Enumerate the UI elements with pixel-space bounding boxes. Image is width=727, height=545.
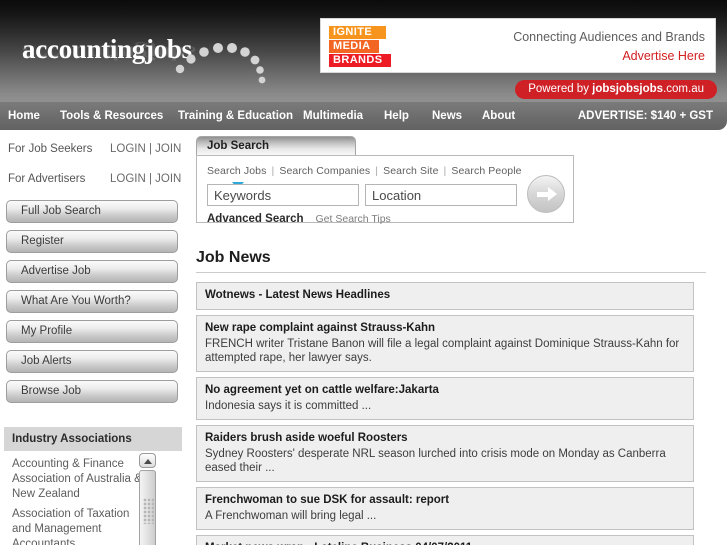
search-scope-search-companies[interactable]: Search Companies — [279, 165, 370, 177]
account-row: For Job Seekers LOGIN | JOIN — [8, 138, 188, 160]
industry-associations-title: Industry Associations — [4, 427, 182, 451]
get-search-tips-link[interactable]: Get Search Tips — [316, 213, 391, 225]
sidebar-button-list: Full Job Search Register Advertise Job What… — [0, 200, 188, 403]
news-item-description: A Frenchwoman will bring legal ... — [205, 510, 377, 522]
news-item[interactable]: Wotnews - Latest News Headlines — [196, 282, 694, 310]
login-join-links[interactable]: LOGIN | JOIN — [110, 138, 181, 160]
sidebar-button-what-are-you-worth[interactable]: What Are You Worth? — [6, 290, 178, 313]
news-item[interactable]: Market news wrap - Lateline Business 04/… — [196, 535, 694, 545]
nav-item-help[interactable]: Help — [384, 102, 409, 130]
search-scope-search-jobs[interactable]: Search Jobs — [207, 165, 266, 177]
advertisement-banner[interactable]: IGNITE MEDIA BRANDS Connecting Audiences… — [320, 18, 716, 73]
sidebar-button-job-alerts[interactable]: Job Alerts — [6, 350, 178, 373]
account-links: For Job Seekers LOGIN | JOIN For Advertise… — [0, 138, 188, 190]
login-join-links[interactable]: LOGIN | JOIN — [110, 168, 181, 190]
account-label: For Job Seekers — [8, 143, 93, 155]
sidebar-button-advertise-job[interactable]: Advertise Job — [6, 260, 178, 283]
nav-item-about[interactable]: About — [482, 102, 515, 130]
banner-text: Connecting Audiences and Brands Advertis… — [513, 29, 705, 65]
nav-advertise-price[interactable]: ADVERTISE: $140 + GST — [578, 102, 713, 130]
search-link-separator: | — [268, 165, 278, 177]
advanced-search-link[interactable]: Advanced Search — [207, 213, 304, 225]
association-item[interactable]: Association of Taxation and Management A… — [4, 507, 144, 545]
news-item[interactable]: New rape complaint against Strauss-Kahn F… — [196, 315, 694, 372]
nav-item-tools-resources[interactable]: Tools & Resources — [60, 102, 163, 130]
media-word: MEDIA — [329, 40, 379, 53]
news-item[interactable]: Raiders brush aside woeful Roosters Sydne… — [196, 425, 694, 482]
search-submit-arrow-button[interactable] — [527, 175, 565, 213]
industry-associations-panel: Industry Associations Accounting & Finan… — [4, 427, 182, 545]
search-tab-row: Job Search — [196, 136, 718, 156]
scrollbar-thumb[interactable] — [139, 470, 156, 545]
news-item-title[interactable]: Wotnews - Latest News Headlines — [205, 288, 685, 303]
powered-by-badge[interactable]: Powered by jobsjobsjobs.com.au — [515, 80, 717, 99]
job-news-list: Wotnews - Latest News Headlines New rape … — [196, 282, 694, 545]
main-content: Job Search Search Jobs | Search Companie… — [196, 136, 718, 545]
job-news-divider — [196, 272, 706, 273]
powered-suffix: .com.au — [663, 83, 704, 95]
powered-prefix: Powered by — [528, 83, 593, 95]
news-item-title[interactable]: New rape complaint against Strauss-Kahn — [205, 321, 685, 336]
sidebar-button-my-profile[interactable]: My Profile — [6, 320, 178, 343]
site-header: accountingjobs accountingjobs IGNITE MED… — [0, 0, 727, 102]
scroll-up-arrow-icon[interactable] — [139, 453, 156, 468]
tab-job-search[interactable]: Job Search — [196, 136, 356, 156]
account-label: For Advertisers — [8, 173, 86, 185]
job-search-panel: Search Jobs | Search Companies | Search … — [196, 155, 574, 225]
logo-reflection: accountingjobs — [22, 42, 197, 65]
search-scope-links: Search Jobs | Search Companies | Search … — [197, 156, 573, 177]
news-item-title[interactable]: Frenchwoman to sue DSK for assault: repo… — [205, 493, 685, 508]
advanced-search-row: Advanced Search Get Search Tips — [207, 209, 391, 227]
job-news-heading: Job News — [196, 249, 271, 266]
powered-brand: jobsjobsjobs — [592, 83, 664, 95]
industry-associations-body: Accounting & Finance Association of Aust… — [4, 451, 182, 545]
brands-word: BRANDS — [329, 54, 391, 67]
news-item-title[interactable]: No agreement yet on cattle welfare:Jakar… — [205, 383, 685, 398]
account-row: For Advertisers LOGIN | JOIN — [8, 168, 188, 190]
nav-item-news[interactable]: News — [432, 102, 462, 130]
location-input[interactable] — [365, 184, 517, 206]
site-logo[interactable]: accountingjobs accountingjobs — [22, 36, 272, 90]
news-item[interactable]: Frenchwoman to sue DSK for assault: repo… — [196, 487, 694, 530]
left-sidebar: For Job Seekers LOGIN | JOIN For Advertise… — [0, 130, 188, 545]
banner-tagline: Connecting Audiences and Brands — [513, 30, 705, 44]
sidebar-button-full-job-search[interactable]: Full Job Search — [6, 200, 178, 223]
nav-item-multimedia[interactable]: Multimedia — [303, 102, 363, 130]
search-scope-search-site[interactable]: Search Site — [383, 165, 438, 177]
news-item-description: Indonesia says it is committed ... — [205, 400, 372, 412]
nav-item-home[interactable]: Home — [8, 102, 40, 130]
sidebar-button-browse-job[interactable]: Browse Job — [6, 380, 178, 403]
page-root: accountingjobs accountingjobs IGNITE MED… — [0, 0, 727, 545]
search-scope-search-people[interactable]: Search People — [451, 165, 521, 177]
search-link-separator: | — [440, 165, 450, 177]
advertise-here-link[interactable]: Advertise Here — [513, 48, 705, 65]
news-item-title[interactable]: Market news wrap - Lateline Business 04/… — [205, 541, 685, 545]
news-item-description: Sydney Roosters' desperate NRL season lu… — [205, 448, 666, 474]
sidebar-button-register[interactable]: Register — [6, 230, 178, 253]
news-item[interactable]: No agreement yet on cattle welfare:Jakar… — [196, 377, 694, 420]
logo-arc-icon — [175, 43, 266, 84]
news-item-description: FRENCH writer Tristane Banon will file a… — [205, 338, 680, 364]
keywords-input[interactable] — [207, 184, 359, 206]
ignite-word: IGNITE — [329, 26, 386, 39]
ignite-media-brands-logo: IGNITE MEDIA BRANDS — [329, 26, 413, 68]
scrollbar-grip-icon — [143, 498, 154, 524]
nav-item-training-education[interactable]: Training & Education — [178, 102, 293, 130]
association-item[interactable]: Accounting & Finance Association of Aust… — [4, 457, 144, 502]
associations-scrollbar[interactable] — [139, 453, 156, 545]
news-item-title[interactable]: Raiders brush aside woeful Roosters — [205, 431, 685, 446]
search-link-separator: | — [372, 165, 382, 177]
main-navigation: Home Tools & Resources Training & Educatio… — [0, 102, 727, 130]
